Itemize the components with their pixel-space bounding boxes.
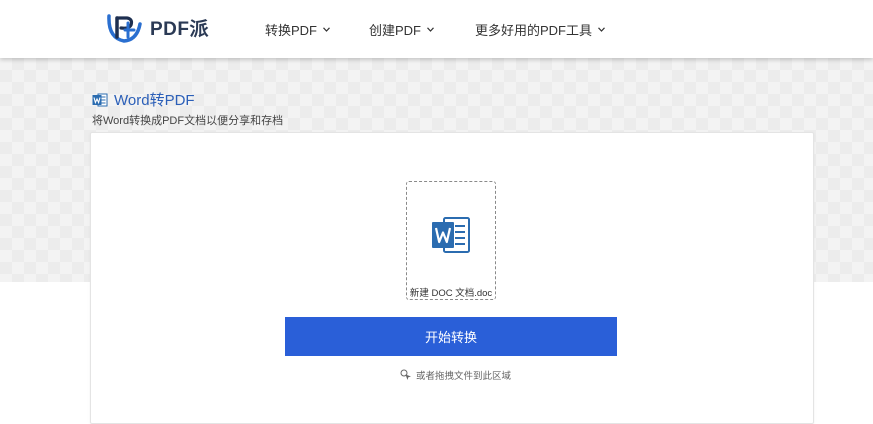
top-header: PDF派 转换PDF 创建PDF 更多好用的PDF工具 (0, 0, 873, 58)
drag-cursor-icon (400, 369, 411, 380)
nav-more-tools-label: 更多好用的PDF工具 (475, 23, 593, 38)
file-name: 新建 DOC 文档.doc (409, 288, 493, 299)
start-convert-button[interactable]: 开始转换 (285, 317, 617, 356)
word-document-icon (432, 217, 470, 253)
chevron-down-icon (598, 27, 605, 32)
drag-hint-text: 或者拖拽文件到此区域 (416, 371, 512, 382)
word-icon (92, 93, 108, 106)
nav-convert-pdf-label: 转换PDF (265, 23, 318, 38)
chevron-down-icon (427, 27, 434, 32)
nav-create-pdf-label: 创建PDF (369, 23, 422, 38)
logo-text: PDF派 (150, 19, 210, 40)
pdfpai-logo-icon (107, 14, 142, 43)
site-logo[interactable]: PDF派 (104, 10, 209, 46)
nav-create-pdf[interactable]: 创建PDF (369, 20, 434, 39)
uploaded-file-card[interactable]: 新建 DOC 文档.doc (406, 181, 496, 300)
nav-convert-pdf[interactable]: 转换PDF (265, 20, 330, 39)
page-title: Word转PDF (92, 89, 195, 110)
chevron-down-icon (323, 27, 330, 32)
page-subtitle: 将Word转换成PDF文档以便分享和存档 (92, 115, 284, 127)
page-title-text: Word转PDF (114, 92, 195, 109)
drag-hint: 或者拖拽文件到此区域 (400, 368, 511, 382)
nav-more-tools[interactable]: 更多好用的PDF工具 (475, 20, 605, 39)
